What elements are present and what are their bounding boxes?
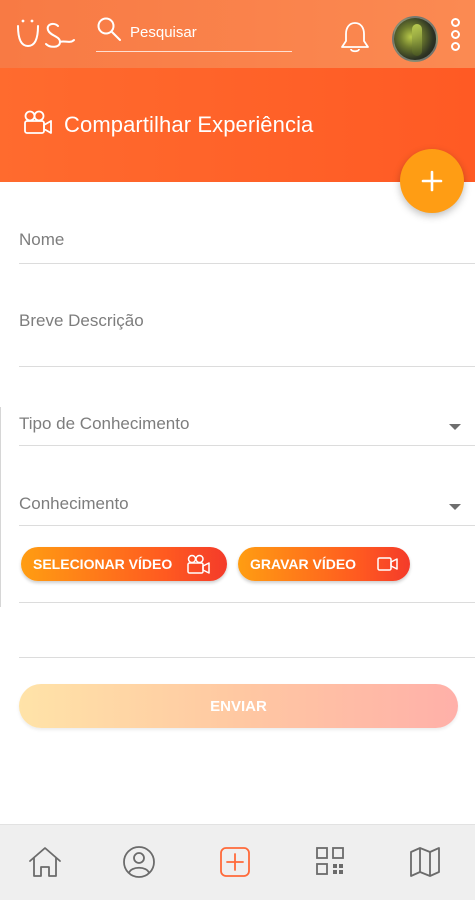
left-edge-divider: [0, 407, 4, 607]
kebab-menu-icon[interactable]: [448, 18, 462, 58]
add-icon: [220, 847, 250, 877]
record-video-button[interactable]: GRAVAR VÍDEO: [238, 547, 410, 581]
send-button[interactable]: ENVIAR: [19, 684, 458, 728]
profile-icon: [123, 846, 155, 878]
knowledge-label: Conhecimento: [19, 494, 129, 513]
nav-qr-code[interactable]: [314, 845, 354, 881]
bell-icon[interactable]: [340, 20, 370, 59]
bottom-navigation: [0, 824, 475, 900]
video-camera-icon: [22, 110, 54, 141]
avatar[interactable]: [392, 16, 438, 62]
nav-home[interactable]: [26, 845, 66, 881]
knowledge-select[interactable]: Conhecimento: [19, 486, 475, 526]
chevron-down-icon: [449, 504, 461, 510]
name-label: Nome: [19, 230, 65, 249]
knowledge-type-select[interactable]: Tipo de Conhecimento: [19, 406, 475, 446]
home-icon: [29, 847, 61, 877]
map-icon: [410, 847, 440, 877]
name-field[interactable]: Nome: [19, 222, 475, 264]
top-bar: [0, 0, 475, 68]
nav-map[interactable]: [408, 845, 448, 881]
knowledge-type-label: Tipo de Conhecimento: [19, 414, 190, 433]
search-bar[interactable]: [96, 14, 292, 52]
page-title: Compartilhar Experiência: [64, 112, 314, 137]
select-video-button[interactable]: SELECIONAR VÍDEO: [21, 547, 227, 581]
video-camera-icon: [187, 554, 210, 574]
select-video-label: SELECIONAR VÍDEO: [33, 556, 173, 572]
plus-icon: [421, 170, 443, 192]
divider: [19, 657, 475, 658]
nav-profile[interactable]: [121, 845, 161, 881]
app-logo[interactable]: [14, 14, 78, 54]
divider: [19, 602, 475, 603]
qr-code-icon: [316, 847, 344, 875]
video-record-icon: [377, 557, 398, 571]
description-label: Breve Descrição: [19, 311, 144, 330]
record-video-label: GRAVAR VÍDEO: [250, 556, 357, 572]
search-icon: [97, 17, 121, 41]
add-button[interactable]: [400, 149, 464, 213]
nav-add[interactable]: [218, 845, 258, 881]
search-input[interactable]: [130, 20, 288, 44]
chevron-down-icon: [449, 424, 461, 430]
description-field[interactable]: Breve Descrição: [19, 302, 475, 367]
